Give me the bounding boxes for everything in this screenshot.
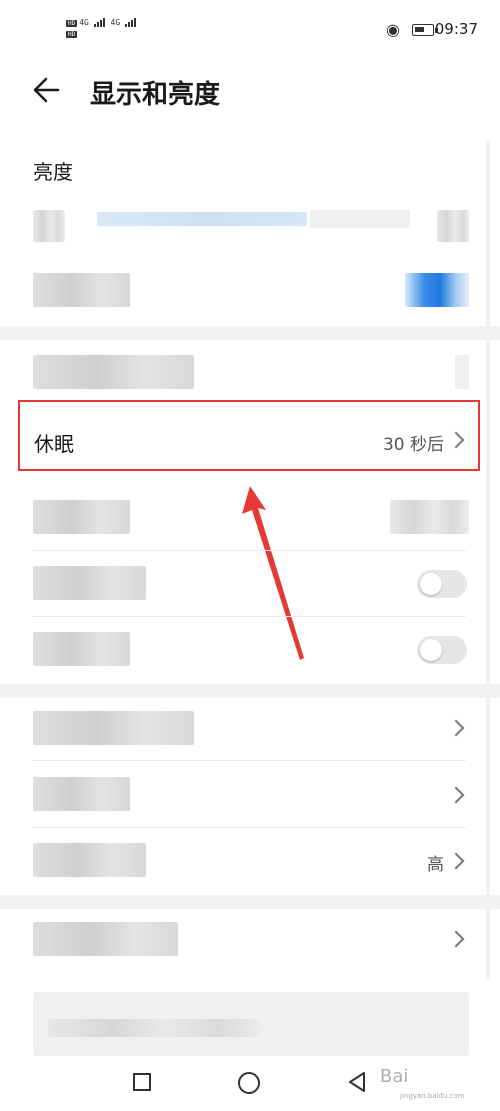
back-triangle-icon[interactable] xyxy=(345,1070,369,1094)
scrollbar[interactable] xyxy=(486,140,490,980)
row-divider xyxy=(32,760,466,761)
signal-icon-2 xyxy=(125,18,137,27)
chevron-right-icon xyxy=(447,719,465,737)
row-divider xyxy=(32,827,466,828)
chevron-right-icon xyxy=(447,852,465,870)
row-divider xyxy=(32,550,466,551)
row-divider xyxy=(32,616,466,617)
settings-row-blurred-1-value xyxy=(455,355,469,389)
recent-apps-icon[interactable] xyxy=(133,1073,151,1091)
chevron-right-icon xyxy=(447,786,465,804)
row-value-high: 高 xyxy=(427,855,444,875)
auto-brightness-label xyxy=(33,273,130,307)
settings-row-blurred-2-value xyxy=(390,500,469,534)
watermark-logo: Bai xyxy=(380,1066,409,1087)
section-divider xyxy=(0,895,500,909)
brightness-high-icon xyxy=(437,210,469,242)
eye-icon: ◉ xyxy=(386,20,400,39)
settings-row-blurred-7[interactable] xyxy=(33,843,146,877)
brightness-low-icon xyxy=(33,210,65,242)
settings-row-blurred-3[interactable] xyxy=(33,566,146,600)
signal-icon xyxy=(93,18,106,27)
section-title-brightness: 亮度 xyxy=(33,160,73,184)
section-divider xyxy=(0,326,500,340)
settings-row-blurred-1[interactable] xyxy=(33,355,194,389)
arrow-left-icon[interactable] xyxy=(32,70,68,110)
hd-badge-1: HD xyxy=(66,20,78,27)
network-type-1: 4G xyxy=(79,18,89,27)
settings-row-blurred-8[interactable] xyxy=(33,922,178,956)
status-time: 09:37 xyxy=(434,20,478,38)
hd-badge-2: HD xyxy=(66,31,78,38)
battery-icon xyxy=(412,24,434,36)
toggle-switch-2[interactable] xyxy=(417,636,467,664)
settings-row-blurred-5[interactable] xyxy=(33,711,194,745)
page-title: 显示和亮度 xyxy=(90,80,221,110)
settings-row-blurred-2[interactable] xyxy=(33,500,130,534)
status-bar: HD 4G 4G HD ◉ 09:37 xyxy=(0,0,500,60)
signal-indicators: HD 4G 4G HD xyxy=(66,18,137,38)
highlight-box xyxy=(18,400,480,471)
section-divider xyxy=(0,684,500,698)
settings-card-blurred-text xyxy=(48,1019,260,1037)
chevron-right-icon xyxy=(447,930,465,948)
auto-brightness-toggle[interactable] xyxy=(405,273,469,307)
brightness-slider-track[interactable] xyxy=(310,210,410,228)
watermark-url: jingyan.baidu.com xyxy=(400,1092,465,1100)
home-icon[interactable] xyxy=(238,1072,260,1094)
back-arrow-svg xyxy=(33,77,60,103)
settings-row-blurred-6[interactable] xyxy=(33,777,130,811)
network-type-2: 4G xyxy=(110,18,121,27)
brightness-slider[interactable] xyxy=(97,212,307,226)
settings-row-blurred-4[interactable] xyxy=(33,632,130,666)
toggle-switch-1[interactable] xyxy=(417,570,467,598)
annotation-arrow xyxy=(242,486,304,660)
